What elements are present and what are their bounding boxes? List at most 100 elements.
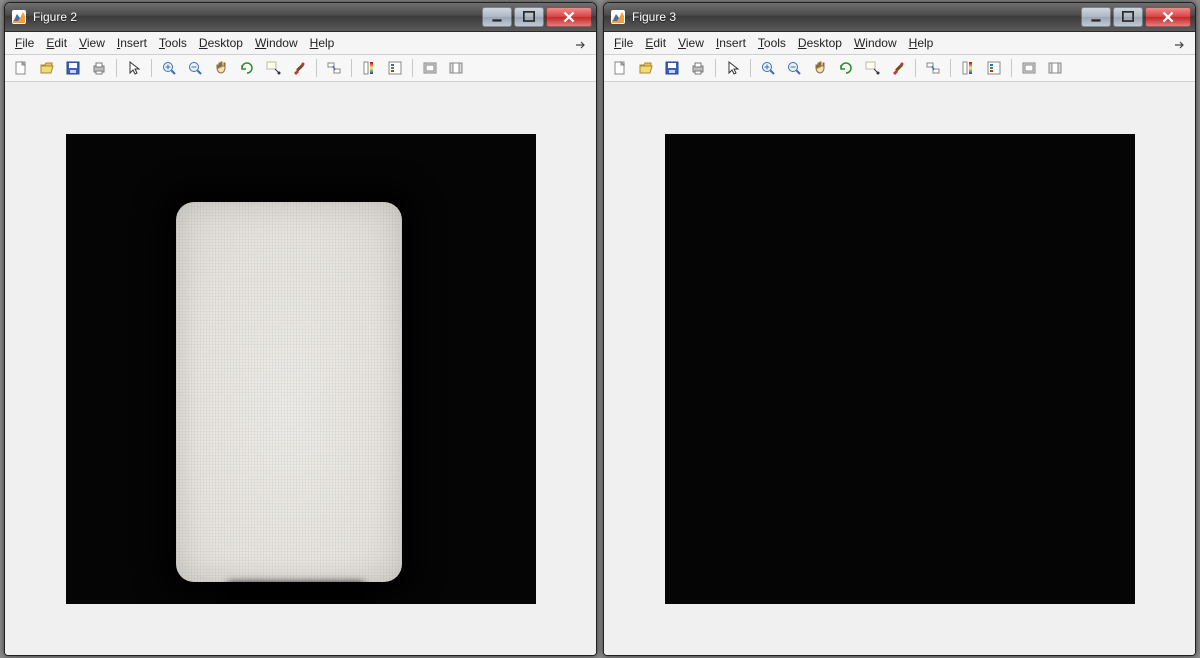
- menu-tools[interactable]: Tools: [153, 34, 193, 52]
- menu-label: Help: [310, 36, 335, 50]
- menu-label: View: [678, 36, 704, 50]
- menu-label: Insert: [117, 36, 147, 50]
- new-figure-icon[interactable]: [608, 56, 632, 80]
- menu-file[interactable]: File: [608, 34, 639, 52]
- menu-help[interactable]: Help: [304, 34, 341, 52]
- pan-hand-icon[interactable]: [209, 56, 233, 80]
- maximize-icon[interactable]: [514, 7, 544, 27]
- menu-window[interactable]: Window: [249, 34, 304, 52]
- zoom-out-icon[interactable]: [782, 56, 806, 80]
- image-shadow-strip: [226, 582, 366, 604]
- colorbar-icon[interactable]: [357, 56, 381, 80]
- toolbar-separator: [412, 59, 413, 77]
- minimize-icon[interactable]: [482, 7, 512, 27]
- menu-label: Desktop: [798, 36, 842, 50]
- toolbar-separator: [316, 59, 317, 77]
- menu-label: Tools: [758, 36, 786, 50]
- menu-help[interactable]: Help: [903, 34, 940, 52]
- toolbar-separator: [151, 59, 152, 77]
- brush-icon[interactable]: [886, 56, 910, 80]
- legend-icon[interactable]: [383, 56, 407, 80]
- hide-plot-tools-icon[interactable]: [1017, 56, 1041, 80]
- menu-label: File: [15, 36, 34, 50]
- toolbar-separator: [915, 59, 916, 77]
- link-plot-icon[interactable]: [921, 56, 945, 80]
- figure-client-area: [604, 82, 1195, 655]
- menu-label: View: [79, 36, 105, 50]
- menu-desktop[interactable]: Desktop: [193, 34, 249, 52]
- maximize-icon[interactable]: [1113, 7, 1143, 27]
- toolbar-separator: [950, 59, 951, 77]
- brush-icon[interactable]: [287, 56, 311, 80]
- toolbar-separator: [715, 59, 716, 77]
- link-plot-icon[interactable]: [322, 56, 346, 80]
- matlab-membrane-icon: [610, 9, 626, 25]
- save-icon[interactable]: [660, 56, 684, 80]
- image-axes[interactable]: [66, 134, 536, 604]
- window-title: Figure 2: [33, 10, 480, 24]
- menu-tools[interactable]: Tools: [752, 34, 792, 52]
- pointer-icon[interactable]: [721, 56, 745, 80]
- toolbar: [5, 55, 596, 82]
- hide-plot-tools-icon[interactable]: [418, 56, 442, 80]
- menu-window[interactable]: Window: [848, 34, 903, 52]
- menu-edit[interactable]: Edit: [639, 34, 672, 52]
- menu-label: Help: [909, 36, 934, 50]
- toolbar-separator: [351, 59, 352, 77]
- figure-window: Figure 2 File Edit View Insert Tools Desktop Wi…: [4, 2, 597, 656]
- print-icon[interactable]: [87, 56, 111, 80]
- titlebar[interactable]: Figure 2: [5, 3, 596, 32]
- menu-insert[interactable]: Insert: [710, 34, 752, 52]
- menu-label: Edit: [645, 36, 666, 50]
- menu-label: File: [614, 36, 633, 50]
- matlab-membrane-icon: [11, 9, 27, 25]
- open-icon[interactable]: [634, 56, 658, 80]
- menu-label: Window: [255, 36, 298, 50]
- menu-label: Window: [854, 36, 897, 50]
- menu-edit[interactable]: Edit: [40, 34, 73, 52]
- menu-file[interactable]: File: [9, 34, 40, 52]
- toolbar-separator: [116, 59, 117, 77]
- pan-hand-icon[interactable]: [808, 56, 832, 80]
- image-bright-region: [176, 202, 402, 582]
- toolbar-separator: [1011, 59, 1012, 77]
- menubar: File Edit View Insert Tools Desktop Window Help: [604, 32, 1195, 55]
- window-title: Figure 3: [632, 10, 1079, 24]
- dock-arrow-icon[interactable]: [568, 35, 592, 51]
- menu-label: Edit: [46, 36, 67, 50]
- show-plot-tools-icon[interactable]: [1043, 56, 1067, 80]
- menu-desktop[interactable]: Desktop: [792, 34, 848, 52]
- zoom-in-icon[interactable]: [756, 56, 780, 80]
- colorbar-icon[interactable]: [956, 56, 980, 80]
- legend-icon[interactable]: [982, 56, 1006, 80]
- close-icon[interactable]: [546, 7, 592, 27]
- menu-view[interactable]: View: [73, 34, 111, 52]
- zoom-in-icon[interactable]: [157, 56, 181, 80]
- data-cursor-icon[interactable]: [261, 56, 285, 80]
- menu-insert[interactable]: Insert: [111, 34, 153, 52]
- save-icon[interactable]: [61, 56, 85, 80]
- menubar: File Edit View Insert Tools Desktop Window Help: [5, 32, 596, 55]
- new-figure-icon[interactable]: [9, 56, 33, 80]
- pointer-icon[interactable]: [122, 56, 146, 80]
- menu-label: Insert: [716, 36, 746, 50]
- show-plot-tools-icon[interactable]: [444, 56, 468, 80]
- image-axes[interactable]: [665, 134, 1135, 604]
- minimize-icon[interactable]: [1081, 7, 1111, 27]
- dock-arrow-icon[interactable]: [1167, 35, 1191, 51]
- titlebar[interactable]: Figure 3: [604, 3, 1195, 32]
- figure-client-area: [5, 82, 596, 655]
- figure-window: Figure 3 File Edit View Insert Tools Desktop Wi…: [603, 2, 1196, 656]
- rotate-3d-icon[interactable]: [235, 56, 259, 80]
- toolbar: [604, 55, 1195, 82]
- menu-label: Tools: [159, 36, 187, 50]
- data-cursor-icon[interactable]: [860, 56, 884, 80]
- rotate-3d-icon[interactable]: [834, 56, 858, 80]
- close-icon[interactable]: [1145, 7, 1191, 27]
- menu-view[interactable]: View: [672, 34, 710, 52]
- print-icon[interactable]: [686, 56, 710, 80]
- open-icon[interactable]: [35, 56, 59, 80]
- zoom-out-icon[interactable]: [183, 56, 207, 80]
- menu-label: Desktop: [199, 36, 243, 50]
- toolbar-separator: [750, 59, 751, 77]
